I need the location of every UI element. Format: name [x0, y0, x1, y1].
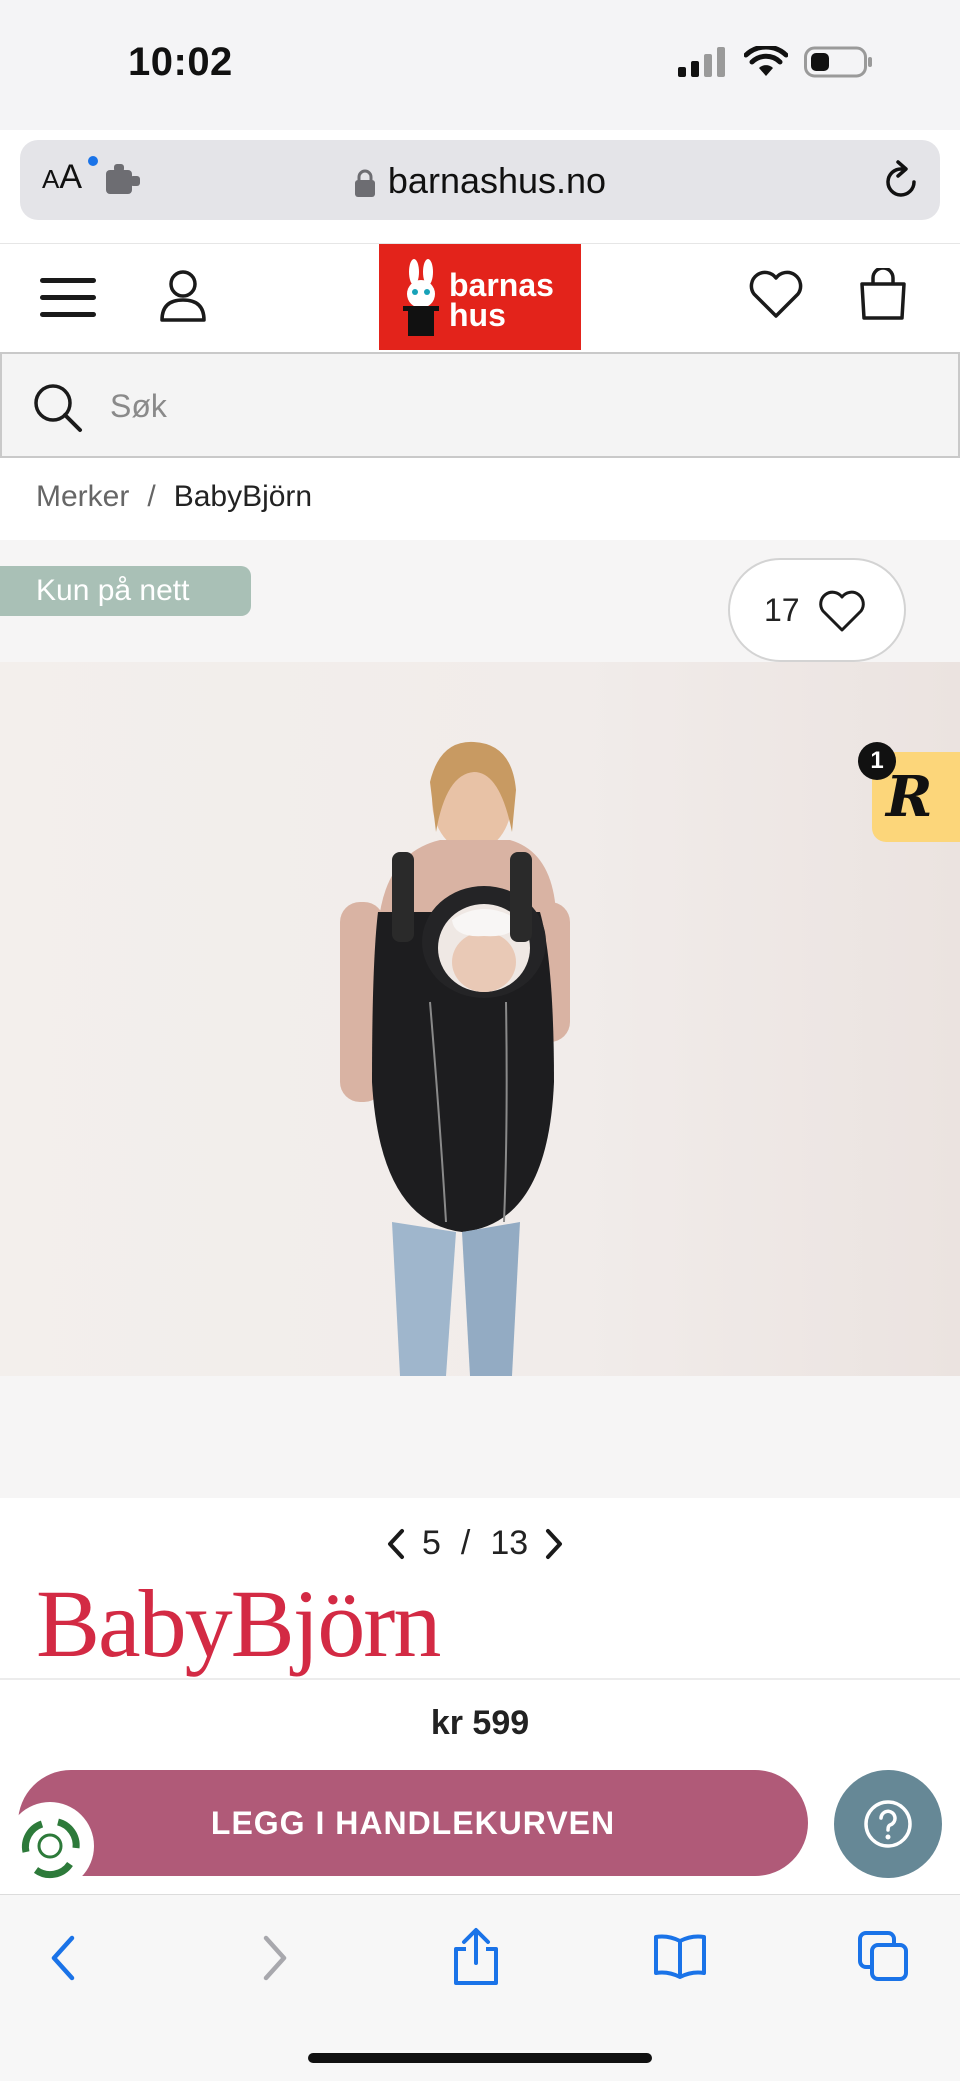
- wishlist-count: 17: [764, 592, 800, 628]
- address-bar[interactable]: AA barnashus.no: [20, 140, 940, 220]
- product-wishlist-button[interactable]: 17: [728, 558, 906, 662]
- heart-icon: [819, 590, 865, 632]
- online-only-badge: Kun på nett: [0, 566, 251, 616]
- search-bar[interactable]: [0, 352, 960, 458]
- bookmarks-icon[interactable]: [652, 1933, 708, 1979]
- rewards-logo: R: [886, 764, 933, 830]
- forward-icon[interactable]: [256, 1933, 292, 1983]
- barnashus-logo[interactable]: barnas hus: [379, 244, 581, 350]
- divider: [0, 1678, 960, 1680]
- add-to-cart-button[interactable]: LEGG I HANDLEKURVEN: [18, 1770, 808, 1876]
- breadcrumb-link-merker[interactable]: Merker: [36, 480, 129, 513]
- wifi-icon: [744, 46, 788, 76]
- share-icon[interactable]: [450, 1925, 502, 1987]
- wishlist-heart-icon[interactable]: [748, 270, 804, 320]
- url-field[interactable]: barnashus.no: [20, 160, 940, 202]
- menu-icon[interactable]: [40, 276, 98, 320]
- help-button[interactable]: [834, 1770, 942, 1878]
- product-price: kr 599: [430, 1704, 530, 1742]
- breadcrumb-current: BabyBjörn: [173, 480, 313, 513]
- lock-icon: [354, 170, 375, 198]
- breadcrumb: Merker / BabyBjörn: [36, 480, 312, 514]
- battery-icon: [804, 46, 872, 78]
- account-icon[interactable]: [158, 268, 208, 324]
- recycle-icon: [21, 1818, 80, 1879]
- chevron-right-icon[interactable]: [542, 1527, 566, 1561]
- rewards-count-badge: 1: [858, 742, 896, 780]
- reload-icon[interactable]: [882, 158, 922, 202]
- back-icon[interactable]: [46, 1933, 82, 1983]
- cellular-signal-icon: [678, 47, 725, 77]
- product-photo-illustration: [340, 741, 570, 1376]
- product-image[interactable]: [0, 662, 960, 1376]
- rabbit-hat-icon: [403, 259, 439, 336]
- search-icon[interactable]: [32, 382, 84, 434]
- shopping-bag-icon[interactable]: [858, 268, 908, 322]
- pager-separator: /: [460, 1524, 471, 1562]
- status-time: 10:02: [128, 40, 233, 84]
- brand-logo[interactable]: BabyBjörn: [36, 1568, 441, 1679]
- home-indicator: [308, 2053, 652, 2063]
- url-text: barnashus.no: [387, 160, 607, 201]
- site-header: barnas hus: [0, 243, 960, 351]
- breadcrumb-separator: /: [147, 480, 156, 513]
- tabs-icon[interactable]: [856, 1929, 910, 1983]
- question-mark-icon: [864, 1800, 912, 1848]
- chevron-left-icon[interactable]: [384, 1527, 408, 1561]
- logo-text: barnas hus: [449, 267, 554, 333]
- total-image-count: 13: [490, 1524, 529, 1562]
- search-input[interactable]: [110, 382, 910, 430]
- recycle-badge[interactable]: [6, 1802, 94, 1890]
- status-bar: 10:02: [0, 0, 960, 130]
- current-image-index: 5: [422, 1524, 441, 1562]
- status-icons: [678, 46, 874, 78]
